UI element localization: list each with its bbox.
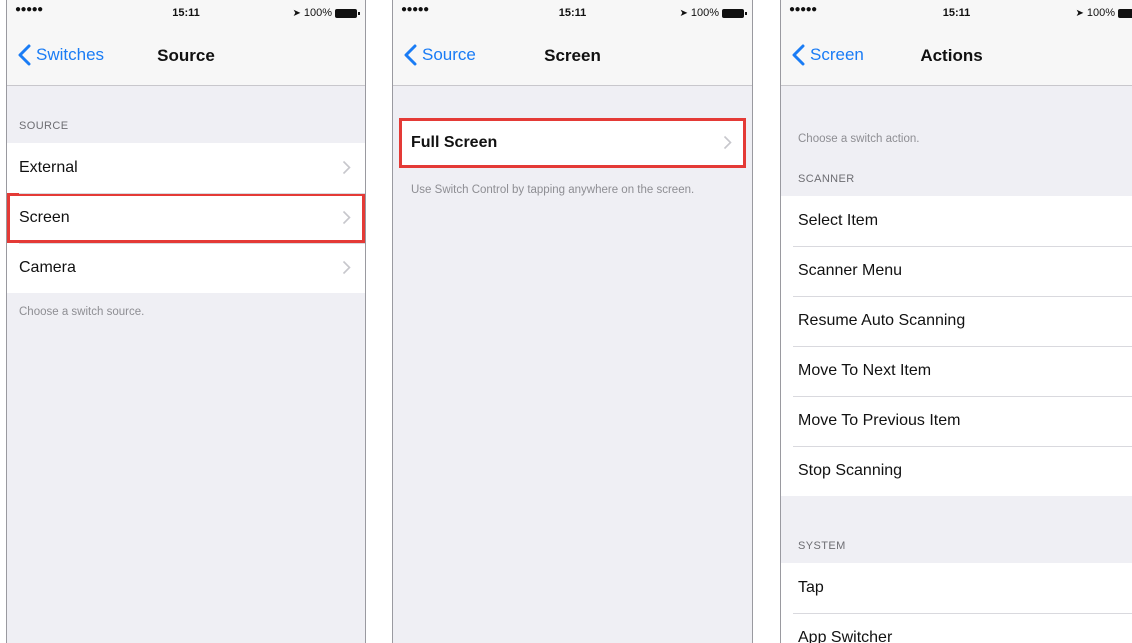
list-item-external[interactable]: External (7, 143, 365, 193)
battery-icon (1118, 8, 1132, 18)
section-header-system: SYSTEM (798, 540, 846, 552)
list-item-label: Full Screen (411, 134, 498, 151)
location-arrow-icon: ➤ (1075, 7, 1084, 19)
list-item-label: Stop Scanning (798, 462, 903, 479)
page-title: Screen (544, 46, 601, 65)
screen-screen: ●●●●● 15:11 ➤ 100% Source Screen Full Sc… (392, 0, 753, 643)
status-right: ➤ 100% (679, 7, 747, 19)
list-item-label: Screen (19, 209, 70, 226)
status-bar: ●●●●● 15:11 ➤ 100% (393, 0, 752, 26)
location-arrow-icon: ➤ (292, 7, 301, 19)
list-item-full-screen[interactable]: Full Screen (399, 118, 746, 168)
status-bar: ●●●●● 15:11 ➤ 100% (781, 0, 1132, 26)
list-item-select-item[interactable]: Select Item (781, 196, 1132, 246)
list-item-resume-auto-scanning[interactable]: Resume Auto Scanning (781, 296, 1132, 346)
list-item-label: Select Item (798, 212, 879, 229)
list-item-label: Move To Previous Item (798, 412, 961, 429)
list-item-move-to-next-item[interactable]: Move To Next Item (781, 346, 1132, 396)
status-right: ➤ 100% (1075, 7, 1132, 19)
list-item-label: Tap (798, 579, 824, 596)
section-header-scanner: SCANNER (798, 173, 855, 185)
chevron-right-icon (342, 160, 351, 175)
location-arrow-icon: ➤ (679, 7, 688, 19)
source-screen: ●●●●● 15:11 ➤ 100% Switches Source SOURC… (6, 0, 366, 643)
list-item-screen[interactable]: Screen (7, 193, 365, 243)
battery-percent: 100% (1086, 7, 1115, 19)
list-item-scanner-menu[interactable]: Scanner Menu (781, 246, 1132, 296)
list-item-label: Scanner Menu (798, 262, 903, 279)
battery-icon (335, 8, 360, 18)
list-item-label: App Switcher (798, 629, 893, 643)
footer-note: Use Switch Control by tapping anywhere o… (411, 184, 695, 196)
page-title: Actions (920, 46, 983, 65)
chevron-right-icon (342, 210, 351, 225)
source-list: External Screen Camera (7, 143, 365, 293)
list-item-tap[interactable]: Tap (781, 563, 1132, 613)
section-header: SOURCE (19, 120, 69, 132)
actions-screen: ●●●●● 15:11 ➤ 100% Screen Actions Choose… (780, 0, 1132, 643)
intro-note: Choose a switch action. (798, 133, 920, 145)
list-item-move-to-previous-item[interactable]: Move To Previous Item (781, 396, 1132, 446)
battery-percent: 100% (690, 7, 719, 19)
list-item-label: Resume Auto Scanning (798, 312, 966, 329)
battery-icon (722, 8, 747, 18)
system-list: Tap App Switcher (781, 563, 1132, 643)
list-item-app-switcher[interactable]: App Switcher (781, 613, 1132, 643)
list-item-label: External (19, 159, 78, 176)
page-title: Source (157, 46, 215, 65)
list-item-label: Camera (19, 259, 76, 276)
footer-note: Choose a switch source. (19, 306, 145, 318)
list-item-camera[interactable]: Camera (7, 243, 365, 293)
chevron-right-icon (342, 260, 351, 275)
scanner-list: Select Item Scanner Menu Resume Auto Sca… (781, 196, 1132, 496)
screen-list: Full Screen (399, 118, 746, 168)
battery-percent: 100% (303, 7, 332, 19)
list-item-label: Move To Next Item (798, 362, 932, 379)
list-item-stop-scanning[interactable]: Stop Scanning (781, 446, 1132, 496)
nav-bar: Screen Actions (781, 26, 1132, 86)
status-right: ➤ 100% (292, 7, 360, 19)
status-bar: ●●●●● 15:11 ➤ 100% (7, 0, 365, 26)
chevron-right-icon (723, 135, 732, 150)
nav-bar: Source Screen (393, 26, 752, 86)
nav-bar: Switches Source (7, 26, 365, 86)
